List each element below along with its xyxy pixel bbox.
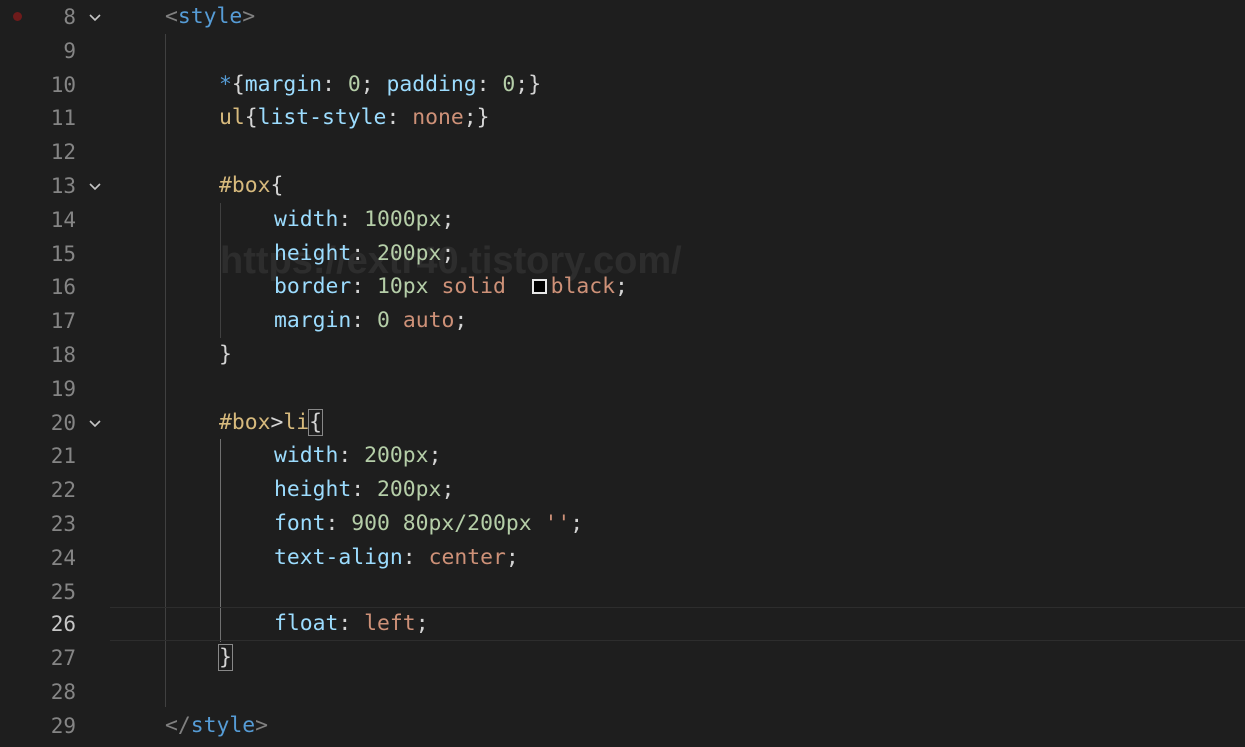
code-line[interactable]: 8 <style> xyxy=(0,0,1245,34)
code-line[interactable]: 18 } xyxy=(0,338,1245,372)
code-line[interactable]: 27 } xyxy=(0,641,1245,675)
code-line[interactable]: 11 ul{list-style: none;} xyxy=(0,101,1245,135)
code-text[interactable]: <style> xyxy=(165,4,255,30)
line-number: 27 xyxy=(50,646,76,671)
line-number: 15 xyxy=(50,241,76,266)
code-text[interactable]: float: left; xyxy=(274,611,429,637)
line-number: 23 xyxy=(50,512,76,536)
line-number: 29 xyxy=(50,713,76,738)
chevron-down-icon[interactable] xyxy=(86,177,104,195)
code-text[interactable]: </style> xyxy=(165,713,268,739)
code-line[interactable]: 19 xyxy=(0,372,1245,406)
code-text[interactable]: *{margin: 0; padding: 0;} xyxy=(219,72,541,98)
code-line[interactable]: 16 border: 10px solid black; xyxy=(0,270,1245,304)
code-text[interactable]: ul{list-style: none;} xyxy=(219,105,490,131)
code-line[interactable]: 21 width: 200px; xyxy=(0,439,1245,473)
line-number: 17 xyxy=(50,309,76,334)
code-line-active[interactable]: 26 float: left; xyxy=(0,607,1245,642)
line-number: 18 xyxy=(50,343,76,367)
code-line[interactable]: 14 width: 1000px; xyxy=(0,203,1245,237)
code-line[interactable]: 9 xyxy=(0,34,1245,68)
code-editor[interactable]: https://extr40.tistory.com/ 8 <style> 9 … xyxy=(0,0,1245,747)
line-number: 26 xyxy=(50,612,76,637)
code-text[interactable]: font: 900 80px/200px ''; xyxy=(274,511,583,537)
line-number: 28 xyxy=(50,680,76,704)
code-text[interactable]: #box>li{ xyxy=(219,408,324,436)
code-line[interactable]: 10 *{margin: 0; padding: 0;} xyxy=(0,68,1245,102)
code-text[interactable]: width: 200px; xyxy=(274,443,441,469)
line-number: 19 xyxy=(50,376,76,401)
color-swatch[interactable] xyxy=(531,279,547,295)
code-line[interactable]: 12 xyxy=(0,135,1245,169)
chevron-down-icon[interactable] xyxy=(86,414,104,432)
code-line[interactable]: 29 </style> xyxy=(0,709,1245,743)
code-line[interactable]: 15 height: 200px; xyxy=(0,237,1245,271)
matching-brace: } xyxy=(218,644,233,672)
code-line[interactable]: 28 xyxy=(0,675,1245,709)
code-line[interactable]: 17 margin: 0 auto; xyxy=(0,304,1245,338)
line-number: 14 xyxy=(50,207,76,232)
line-number: 8 xyxy=(63,5,76,29)
code-line[interactable]: 23 font: 900 80px/200px ''; xyxy=(0,507,1245,541)
code-text[interactable]: width: 1000px; xyxy=(274,207,454,233)
code-line[interactable]: 24 text-align: center; xyxy=(0,541,1245,575)
line-number: 25 xyxy=(50,579,76,604)
code-text[interactable]: } xyxy=(218,644,233,672)
code-line[interactable]: 22 height: 200px; xyxy=(0,473,1245,507)
line-number: 9 xyxy=(63,38,76,63)
matching-brace: { xyxy=(308,408,324,436)
code-text[interactable]: border: 10px solid black; xyxy=(274,274,628,300)
code-line[interactable]: 13 #box{ xyxy=(0,169,1245,203)
line-number: 10 xyxy=(50,72,76,97)
code-line[interactable]: 25 xyxy=(0,575,1245,609)
line-number: 20 xyxy=(50,410,76,435)
line-number: 13 xyxy=(50,174,76,198)
code-text[interactable]: text-align: center; xyxy=(274,545,519,571)
code-text[interactable]: margin: 0 auto; xyxy=(274,308,467,334)
code-line[interactable]: 20 #box>li{ xyxy=(0,406,1245,440)
line-number: 16 xyxy=(50,275,76,300)
code-text[interactable]: height: 200px; xyxy=(274,477,454,503)
line-number: 12 xyxy=(50,140,76,165)
line-number: 22 xyxy=(50,478,76,503)
code-text[interactable]: height: 200px; xyxy=(274,241,454,267)
chevron-down-icon[interactable] xyxy=(86,8,104,26)
line-number: 21 xyxy=(50,444,76,469)
line-number: 24 xyxy=(50,545,76,570)
code-text[interactable]: #box{ xyxy=(219,173,283,199)
line-number: 11 xyxy=(50,106,76,131)
code-text[interactable]: } xyxy=(219,342,232,368)
